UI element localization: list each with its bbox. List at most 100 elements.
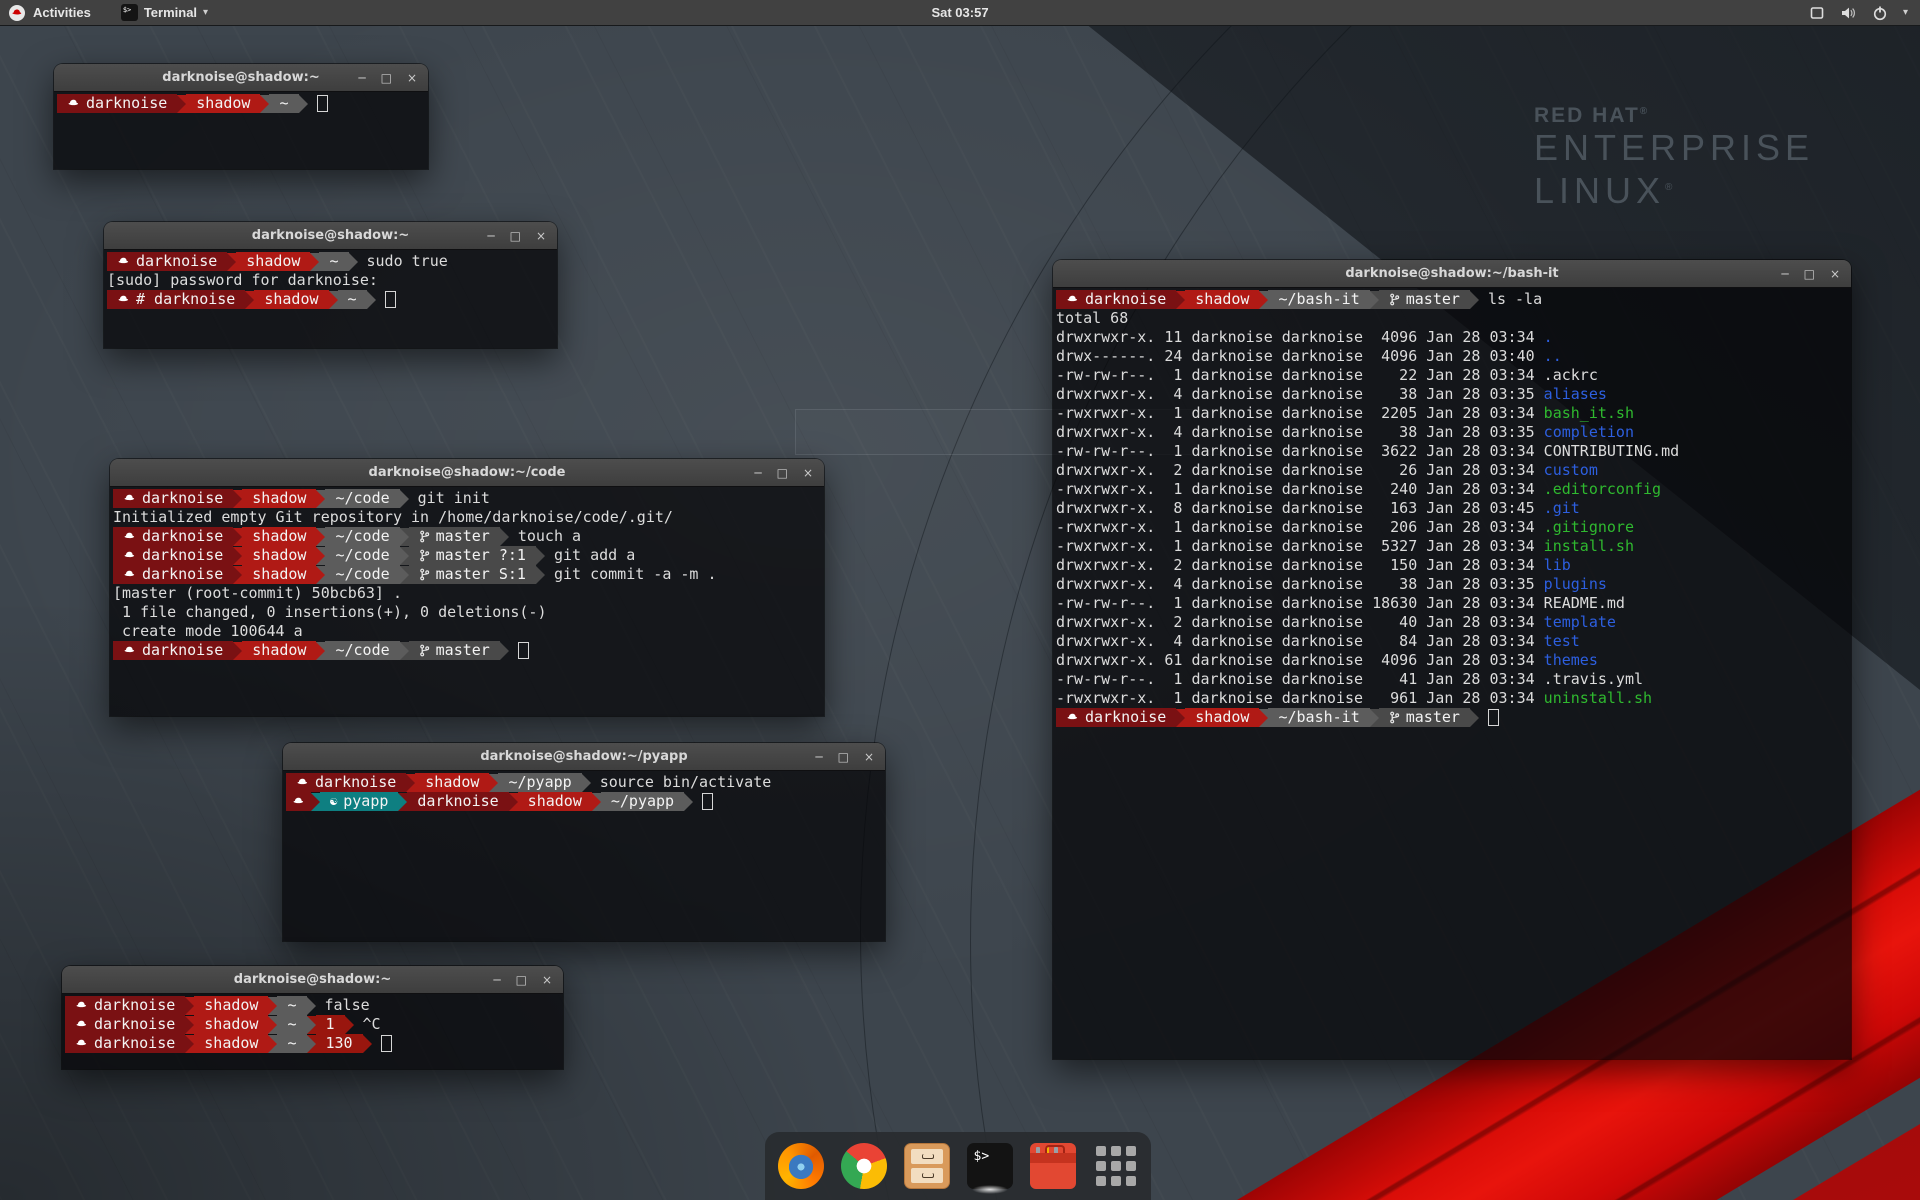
powerline-arrow — [1259, 291, 1268, 309]
app-grid-icon[interactable] — [1093, 1143, 1139, 1189]
command-text: ^C — [363, 1015, 381, 1034]
file-row: drwxrwxr-x. 2 darknoise darknoise 150 Ja… — [1056, 556, 1851, 575]
minimize-button[interactable]: ─ — [1781, 268, 1788, 280]
minimize-button[interactable]: ─ — [815, 751, 822, 763]
command-text: git init — [418, 489, 490, 508]
powerline-arrow — [185, 997, 194, 1015]
file-name: completion — [1544, 423, 1634, 442]
powerline-arrow — [268, 1035, 277, 1053]
maximize-button[interactable]: □ — [516, 974, 527, 986]
command-text: touch a — [518, 527, 581, 546]
file-name: custom — [1544, 461, 1598, 480]
file-name: .editorconfig — [1544, 480, 1661, 499]
prompt-segment-host: shadow — [242, 641, 316, 660]
prompt-segment-user: darknoise — [407, 792, 508, 811]
toolbox-icon[interactable] — [1030, 1143, 1076, 1189]
powerline-arrow — [316, 642, 325, 660]
terminal-content[interactable]: darknoiseshadow~ — [54, 91, 428, 169]
rhel-logo-linux: LINUX® — [1534, 168, 1814, 211]
file-name: README.md — [1544, 594, 1625, 613]
maximize-button[interactable]: □ — [381, 72, 392, 84]
window-titlebar[interactable]: darknoise@shadow:~─□× — [62, 966, 563, 994]
minimize-button[interactable]: ─ — [493, 974, 500, 986]
prompt-segment-user: darknoise — [286, 773, 406, 792]
powerline-arrow — [367, 291, 376, 309]
activities-button[interactable]: Activities — [33, 5, 91, 20]
prompt-line: darknoiseshadow~/codemaster S:1git commi… — [113, 565, 824, 584]
terminal-content[interactable]: darknoiseshadow~/codegit initInitialized… — [110, 486, 824, 716]
caret-down-icon[interactable]: ▾ — [1903, 7, 1908, 18]
file-row: -rwxrwxr-x. 1 darknoise darknoise 2205 J… — [1056, 404, 1851, 423]
files-icon[interactable] — [904, 1143, 950, 1189]
redhat-icon — [67, 97, 80, 110]
powerline-arrow — [260, 95, 269, 113]
toolbox-handle — [1045, 1145, 1065, 1153]
terminal-content[interactable]: darknoiseshadow~falsedarknoiseshadow~1^C… — [62, 993, 563, 1069]
prompt-segment-user: darknoise — [1056, 290, 1176, 309]
close-button[interactable]: × — [542, 974, 552, 986]
close-button[interactable]: × — [864, 751, 874, 763]
rhel-logo: RED HAT® ENTERPRISE LINUX® — [1534, 104, 1814, 211]
powerline-arrow — [316, 566, 325, 584]
powerline-arrow — [536, 566, 545, 584]
drawer-top — [911, 1149, 943, 1164]
close-button[interactable]: × — [1830, 268, 1840, 280]
window-titlebar[interactable]: darknoise@shadow:~/bash-it─□× — [1053, 260, 1851, 288]
maximize-button[interactable]: □ — [777, 467, 788, 479]
terminal-cursor — [518, 642, 529, 659]
terminal-content[interactable]: darknoiseshadow~sudo true[sudo] password… — [104, 249, 557, 348]
volume-icon[interactable] — [1840, 5, 1857, 21]
minimize-button[interactable]: ─ — [487, 230, 494, 242]
rhel-logo-redhat: RED HAT® — [1534, 104, 1814, 128]
prompt-segment-user: darknoise — [113, 641, 233, 660]
terminal-window: darknoise@shadow:~/pyapp─□×darknoiseshad… — [283, 743, 885, 941]
redhat-icon — [1066, 293, 1079, 306]
file-meta: drwxrwxr-x. 11 darknoise darknoise 4096 … — [1056, 328, 1544, 347]
powerline-arrow — [177, 95, 186, 113]
powerline-arrow — [489, 774, 498, 792]
minimize-button[interactable]: ─ — [754, 467, 761, 479]
app-menu[interactable]: $> Terminal ▾ — [121, 4, 208, 21]
file-row: -rwxrwxr-x. 1 darknoise darknoise 5327 J… — [1056, 537, 1851, 556]
window-titlebar[interactable]: darknoise@shadow:~─□× — [104, 222, 557, 250]
redhat-icon — [296, 776, 309, 789]
terminal-dock-icon[interactable]: $> — [967, 1143, 1013, 1189]
prompt-segment-git: master S:1 — [409, 565, 536, 584]
maximize-button[interactable]: □ — [1804, 268, 1815, 280]
window-title: darknoise@shadow:~/code — [110, 459, 824, 486]
close-button[interactable]: × — [803, 467, 813, 479]
terminal-content[interactable]: darknoiseshadow~/bash-itmasterls -latota… — [1053, 287, 1851, 1059]
redhat-icon — [123, 549, 136, 562]
prompt-line: darknoiseshadow~/pyappsource bin/activat… — [286, 773, 885, 792]
redhat-menu-icon[interactable] — [9, 5, 25, 21]
firefox-icon[interactable] — [778, 1143, 824, 1189]
prompt-segment-hat — [286, 792, 311, 811]
close-button[interactable]: × — [407, 72, 417, 84]
git-branch-icon — [419, 644, 430, 657]
file-name: plugins — [1544, 575, 1607, 594]
powerline-arrow — [307, 1016, 316, 1034]
window-titlebar[interactable]: darknoise@shadow:~/pyapp─□× — [283, 743, 885, 771]
prompt-segment-host: shadow — [194, 1015, 268, 1034]
maximize-button[interactable]: □ — [510, 230, 521, 242]
file-name: uninstall.sh — [1544, 689, 1652, 708]
window-titlebar[interactable]: darknoise@shadow:~─□× — [54, 64, 428, 92]
close-button[interactable]: × — [536, 230, 546, 242]
minimize-button[interactable]: ─ — [358, 72, 365, 84]
maximize-button[interactable]: □ — [838, 751, 849, 763]
power-icon[interactable] — [1872, 5, 1888, 21]
git-branch-icon — [419, 530, 430, 543]
redhat-icon — [123, 568, 136, 581]
window-titlebar[interactable]: darknoise@shadow:~/code─ □ × — [110, 459, 824, 487]
prompt-segment-user: darknoise — [107, 252, 227, 271]
chrome-icon[interactable] — [841, 1143, 887, 1189]
command-text: git add a — [554, 546, 635, 565]
screen-share-icon[interactable] — [1809, 5, 1825, 21]
powerline-arrow — [1176, 291, 1185, 309]
file-row: drwx------. 24 darknoise darknoise 4096 … — [1056, 347, 1851, 366]
clock[interactable]: Sat 03:57 — [931, 5, 988, 20]
prompt-line: ☯pyappdarknoiseshadow~/pyapp — [286, 792, 885, 811]
prompt-line: darknoiseshadow~/bash-itmaster — [1056, 708, 1851, 727]
prompt-segment-host: shadow — [194, 996, 268, 1015]
terminal-content[interactable]: darknoiseshadow~/pyappsource bin/activat… — [283, 770, 885, 941]
